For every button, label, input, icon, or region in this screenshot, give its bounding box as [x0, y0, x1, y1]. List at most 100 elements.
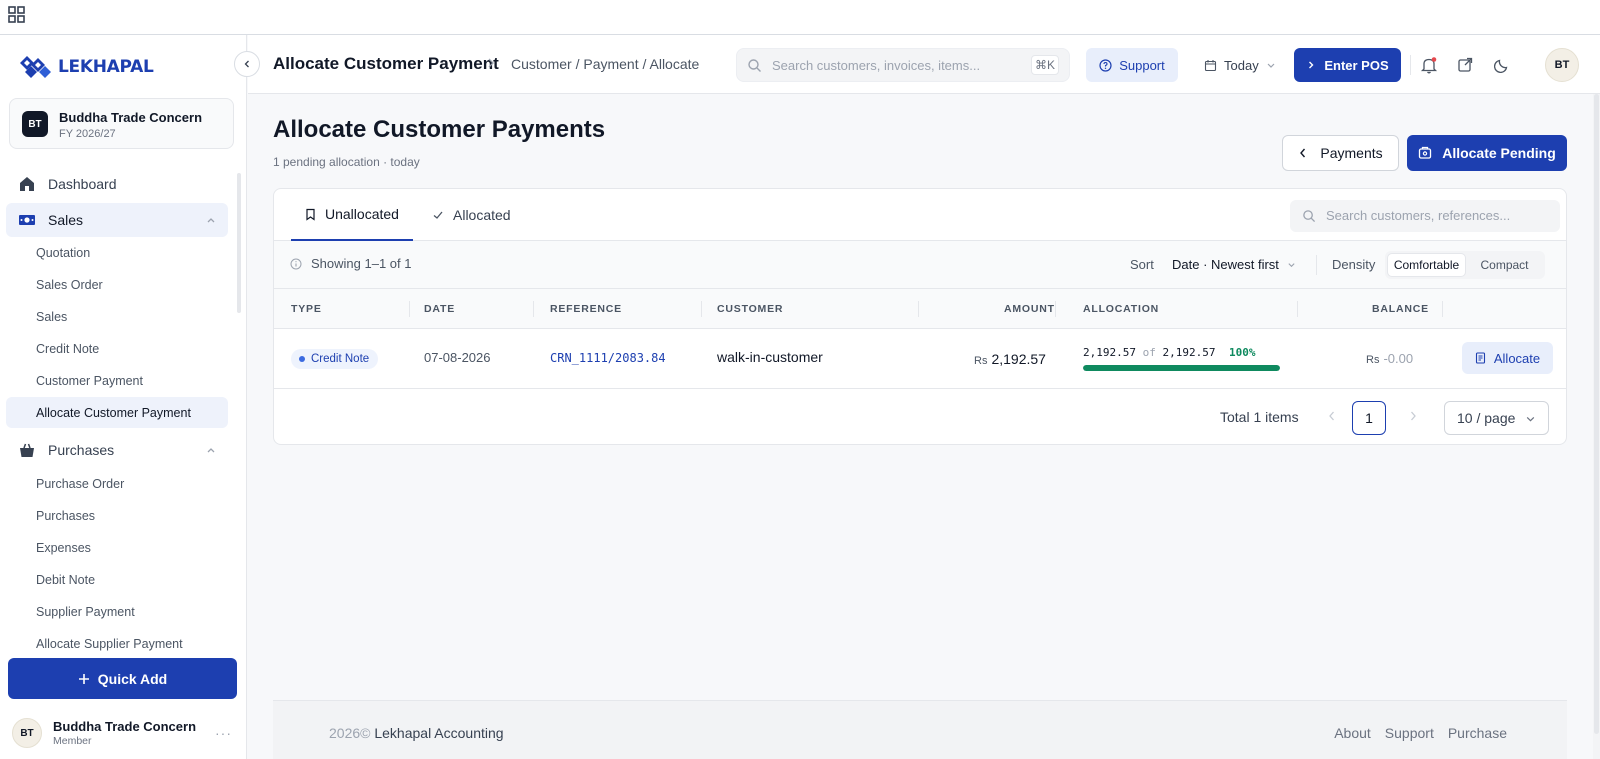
sidebar-item-purchases[interactable]: Purchases	[6, 433, 228, 467]
sidebar-item-supplier-payment[interactable]: Supplier Payment	[6, 596, 228, 627]
quick-add-button[interactable]: Quick Add	[8, 658, 237, 699]
more-icon[interactable]: ···	[215, 725, 232, 741]
sidebar-item-credit-note[interactable]: Credit Note	[6, 333, 228, 364]
sidebar-item-purchases-list[interactable]: Purchases	[6, 500, 228, 531]
divider	[1442, 301, 1443, 317]
footer-link-about[interactable]: About	[1334, 725, 1371, 741]
enter-pos-label: Enter POS	[1324, 57, 1389, 73]
sidebar-item-dashboard[interactable]: Dashboard	[6, 167, 228, 201]
footer-link-purchase[interactable]: Purchase	[1448, 725, 1507, 741]
allocation-progress-bar	[1083, 365, 1280, 371]
scrollbar-thumb[interactable]	[1594, 94, 1599, 734]
external-link-icon[interactable]	[1454, 54, 1476, 76]
sidebar-item-expenses[interactable]: Expenses	[6, 532, 228, 563]
column-header-allocation[interactable]: ALLOCATION	[1083, 303, 1159, 315]
column-header-customer[interactable]: CUSTOMER	[717, 303, 783, 315]
info-icon	[290, 258, 302, 269]
sidebar-item-sales-list[interactable]: Sales	[6, 301, 228, 332]
page-scrollbar[interactable]	[1593, 94, 1600, 759]
org-switcher[interactable]: BT Buddha Trade Concern FY 2026/27	[9, 98, 234, 149]
page-size-select[interactable]: 10 / page	[1444, 401, 1549, 435]
sidebar-item-label: Purchases	[48, 442, 115, 458]
tabs: Unallocated Allocated Search customers, …	[274, 189, 1566, 241]
sidebar-item-sales[interactable]: Sales	[6, 203, 228, 237]
chevron-left-icon	[1300, 148, 1306, 158]
global-search-input[interactable]: Search customers, invoices, items... ⌘K	[736, 48, 1070, 82]
footer-link-support[interactable]: Support	[1385, 725, 1434, 741]
back-to-payments-button[interactable]: Payments	[1282, 135, 1399, 171]
table-toolbar: Showing 1–1 of 1 Sort Date · Newest firs…	[274, 241, 1566, 289]
divider	[701, 301, 702, 317]
column-header-balance[interactable]: BALANCE	[1372, 303, 1429, 315]
previous-page-icon[interactable]	[1327, 410, 1337, 422]
row-date: 07-08-2026	[424, 350, 491, 365]
plus-icon	[78, 673, 89, 684]
search-icon	[748, 59, 761, 72]
check-icon	[433, 211, 443, 219]
user-name: Buddha Trade Concern	[53, 719, 197, 734]
sidebar-item-purchase-order[interactable]: Purchase Order	[6, 468, 228, 499]
sidebar-item-allocate-customer-payment[interactable]: Allocate Customer Payment	[6, 397, 228, 428]
page-size-value: 10 / page	[1457, 410, 1516, 426]
of-label: of	[1142, 346, 1156, 359]
column-header-reference[interactable]: REFERENCE	[550, 303, 622, 315]
user-avatar[interactable]: BT	[1545, 48, 1579, 82]
app-logo[interactable]: LEKHAPAL	[18, 54, 154, 80]
chevron-left-icon	[244, 60, 249, 68]
next-page-icon[interactable]	[1408, 410, 1418, 422]
basket-icon	[20, 443, 34, 457]
allocation-card: Unallocated Allocated Search customers, …	[273, 188, 1567, 445]
divider	[533, 301, 534, 317]
table-search-input[interactable]: Search customers, references...	[1290, 200, 1560, 232]
sidebar-item-debit-note[interactable]: Debit Note	[6, 564, 228, 595]
tab-allocated[interactable]: Allocated	[432, 189, 511, 241]
app-grid-icon[interactable]	[8, 6, 26, 24]
row-reference-link[interactable]: CRN_1111/2083.84	[550, 351, 666, 365]
sort-label: Sort	[1130, 257, 1154, 272]
chevron-right-icon	[488, 58, 494, 68]
total-items: Total 1 items	[1220, 409, 1299, 425]
allocate-row-button[interactable]: Allocate	[1462, 342, 1553, 374]
user-menu[interactable]: BT Buddha Trade Concern Member ···	[12, 716, 234, 750]
column-header-amount[interactable]: AMOUNT	[1004, 303, 1055, 315]
notifications-bell-icon[interactable]	[1418, 54, 1440, 76]
density-comfortable-option[interactable]: Comfortable	[1387, 253, 1466, 277]
date-filter-dropdown[interactable]: Today	[1204, 48, 1294, 82]
sort-dropdown[interactable]: Date · Newest first	[1172, 257, 1296, 272]
chevron-right-icon	[1309, 61, 1314, 69]
page-title: Allocate Customer Payments	[273, 116, 606, 143]
table-row[interactable]: Credit Note 07-08-2026 CRN_1111/2083.84 …	[274, 329, 1566, 389]
main-content: Allocate Customer Payments 1 pending all…	[248, 94, 1600, 759]
divider	[1297, 301, 1298, 317]
sidebar-item-customer-payment[interactable]: Customer Payment	[6, 365, 228, 396]
date-filter-label: Today	[1224, 57, 1259, 73]
pagination: Total 1 items 1 10 / page	[274, 389, 1566, 444]
collapse-sidebar-button[interactable]	[234, 51, 260, 77]
amount-value: 2,192.57	[991, 351, 1046, 367]
allocate-row-label: Allocate	[1493, 350, 1541, 366]
column-header-type[interactable]: TYPE	[291, 303, 322, 315]
avatar: BT	[12, 718, 42, 748]
sidebar-scrollbar[interactable]	[237, 173, 241, 313]
sidebar-item-quotation[interactable]: Quotation	[6, 237, 228, 268]
page-footer: 2026© Lekhapal Accounting About Support …	[273, 700, 1567, 759]
page-1-button[interactable]: 1	[1352, 401, 1386, 435]
currency-label: Rs	[1366, 354, 1380, 366]
dark-mode-moon-icon[interactable]	[1491, 54, 1513, 76]
breadcrumb[interactable]: Customer / Payment / Allocate	[511, 56, 699, 72]
fiscal-year: FY 2026/27	[59, 128, 116, 140]
support-label: Support	[1119, 57, 1165, 73]
density-label: Density	[1332, 257, 1376, 272]
document-icon	[1475, 352, 1485, 364]
sidebar-item-allocate-supplier-payment[interactable]: Allocate Supplier Payment	[6, 628, 228, 659]
allocate-pending-button[interactable]: Allocate Pending	[1407, 135, 1567, 171]
enter-pos-button[interactable]: Enter POS	[1294, 48, 1401, 82]
density-compact-option[interactable]: Compact	[1466, 253, 1543, 277]
sort-value: Date · Newest first	[1172, 257, 1279, 272]
column-header-date[interactable]: DATE	[424, 303, 455, 315]
tab-unallocated[interactable]: Unallocated	[291, 189, 413, 241]
search-placeholder: Search customers, invoices, items...	[772, 58, 981, 73]
sidebar-nav: Dashboard Sales Quotation Sales Order Sa…	[0, 165, 247, 675]
support-button[interactable]: Support	[1086, 48, 1178, 82]
sidebar-item-sales-order[interactable]: Sales Order	[6, 269, 228, 300]
